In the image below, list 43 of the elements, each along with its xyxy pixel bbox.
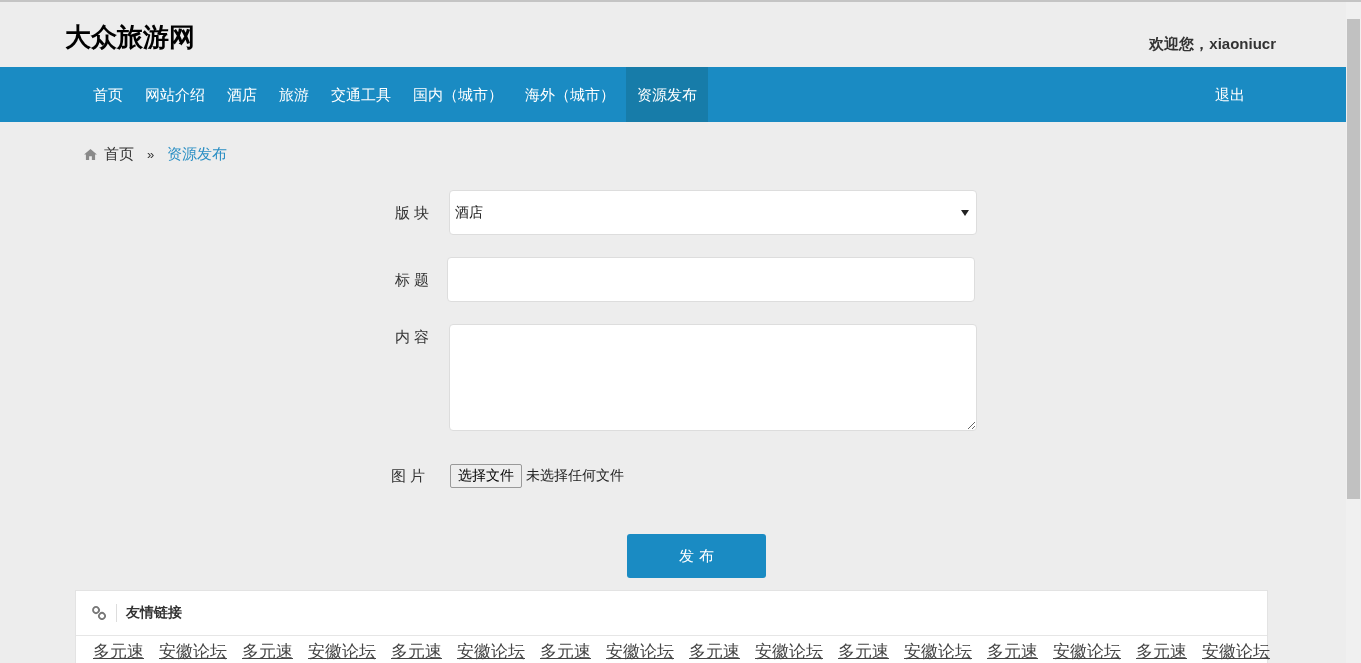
friend-link[interactable]: 多元速	[1136, 642, 1187, 662]
title-input[interactable]	[447, 257, 975, 302]
welcome-text: 欢迎您，xiaoniucr	[1149, 35, 1276, 54]
friend-link[interactable]: 多元速	[242, 642, 293, 662]
friend-link[interactable]: 多元速	[689, 642, 740, 662]
nav-link[interactable]: 网站介绍	[134, 67, 216, 122]
nav-link[interactable]: 首页	[82, 67, 134, 122]
logout-link[interactable]: 退出	[1204, 67, 1256, 122]
nav-link[interactable]: 海外（城市）	[514, 67, 626, 122]
field-label: 标 题	[394, 270, 431, 290]
choose-file-button[interactable]: 选择文件	[450, 463, 522, 488]
file-status-text: 未选择任何文件	[526, 466, 624, 485]
friend-link[interactable]: 安徽论坛	[457, 642, 525, 662]
field-label: 内 容	[394, 327, 431, 347]
friend-link[interactable]: 安徽论坛	[755, 642, 823, 662]
friend-link[interactable]: 安徽论坛	[1202, 642, 1270, 662]
nav-link[interactable]: 资源发布	[626, 67, 708, 122]
friend-link[interactable]: 安徽论坛	[904, 642, 972, 662]
friend-link[interactable]: 安徽论坛	[159, 642, 227, 662]
caret-icon	[961, 209, 969, 216]
friend-link[interactable]: 安徽论坛	[606, 642, 674, 662]
friend-link[interactable]: 多元速	[540, 642, 591, 662]
friend-link[interactable]: 安徽论坛	[308, 642, 376, 662]
links-panel-title: 友情链接	[116, 604, 182, 622]
link-icon	[92, 606, 106, 620]
category-select[interactable]: 酒店	[449, 190, 977, 235]
nav-link[interactable]: 交通工具	[320, 67, 402, 122]
breadcrumb-separator: »	[147, 146, 155, 162]
field-label: 图 片	[390, 466, 427, 486]
content-textarea[interactable]	[449, 324, 977, 431]
breadcrumb-link[interactable]: 首页	[104, 144, 134, 164]
field-label: 版 块	[394, 203, 431, 223]
site-title: 大众旅游网	[65, 21, 195, 54]
publish-button[interactable]: 发 布	[627, 534, 766, 578]
friend-link[interactable]: 多元速	[93, 642, 144, 662]
friend-link[interactable]: 多元速	[987, 642, 1038, 662]
nav-link[interactable]: 酒店	[216, 67, 268, 122]
friend-link[interactable]: 多元速	[838, 642, 889, 662]
nav-link[interactable]: 旅游	[268, 67, 320, 122]
home-icon	[84, 148, 97, 160]
friend-link[interactable]: 安徽论坛	[1053, 642, 1121, 662]
friend-link[interactable]: 多元速	[391, 642, 442, 662]
nav-link[interactable]: 国内（城市）	[402, 67, 514, 122]
